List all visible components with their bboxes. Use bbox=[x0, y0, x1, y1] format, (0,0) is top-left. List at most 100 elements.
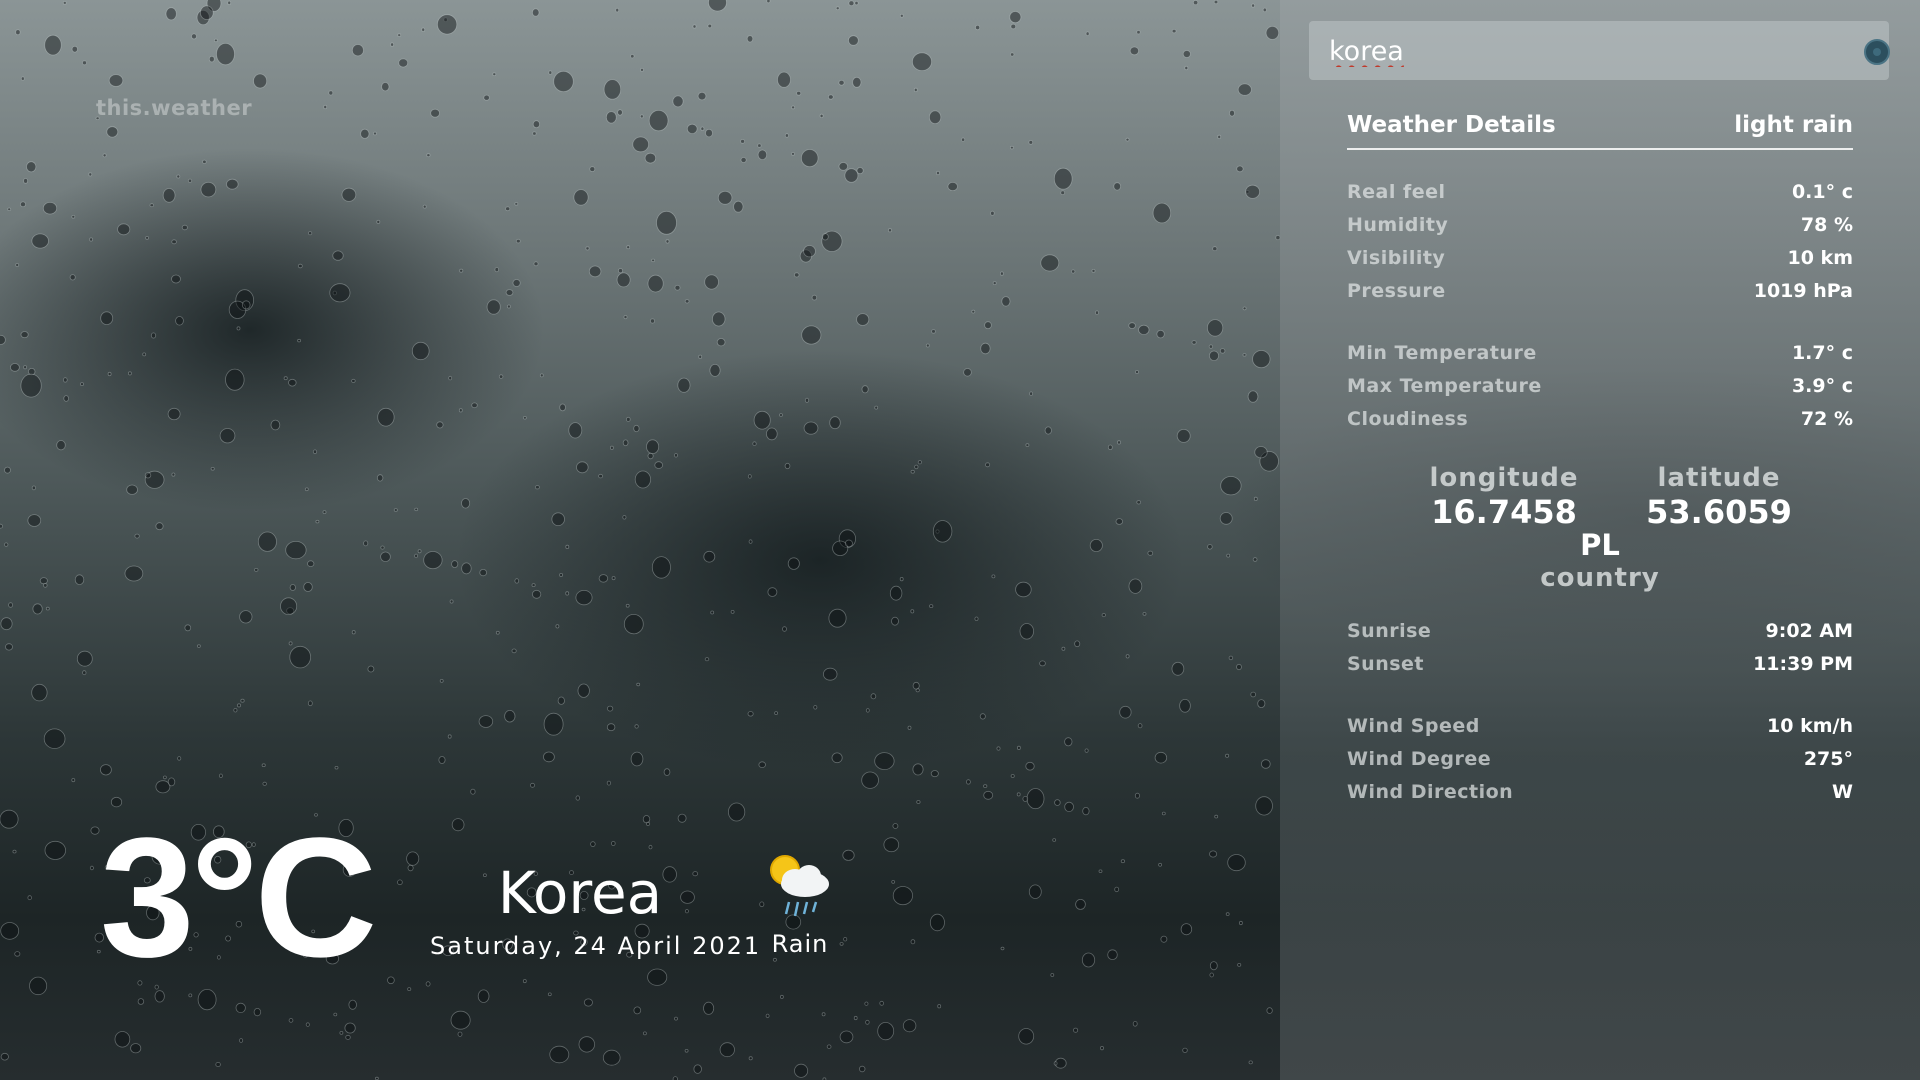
raindrop bbox=[692, 24, 697, 29]
raindrop bbox=[200, 5, 214, 20]
raindrop bbox=[1074, 640, 1081, 648]
raindrop bbox=[162, 775, 167, 780]
raindrop bbox=[328, 90, 334, 96]
raindrop bbox=[853, 1015, 858, 1021]
search-button[interactable] bbox=[1864, 39, 1890, 65]
raindrop bbox=[730, 610, 735, 614]
raindrop bbox=[693, 1064, 702, 1074]
raindrop bbox=[974, 616, 979, 621]
raindrop bbox=[288, 641, 293, 646]
raindrop bbox=[1136, 500, 1141, 505]
raindrop bbox=[899, 13, 904, 18]
detail-row-wind-speed: Wind Speed 10 km/h bbox=[1347, 710, 1853, 743]
raindrop bbox=[912, 763, 924, 776]
raindrop bbox=[397, 33, 402, 37]
raindrop bbox=[703, 1001, 715, 1015]
raindrop bbox=[573, 189, 589, 206]
raindrop bbox=[555, 624, 560, 629]
raindrop bbox=[963, 368, 972, 377]
raindrop bbox=[639, 114, 644, 119]
raindrop bbox=[333, 1012, 338, 1017]
raindrop bbox=[672, 95, 684, 108]
raindrop bbox=[1212, 246, 1218, 252]
detail-label: Real feel bbox=[1347, 181, 1446, 203]
raindrop bbox=[772, 957, 777, 962]
raindrop bbox=[1251, 3, 1255, 8]
raindrop bbox=[1025, 443, 1030, 447]
raindrop bbox=[634, 724, 639, 729]
raindrop bbox=[1082, 806, 1090, 816]
raindrop bbox=[0, 334, 6, 345]
raindrop bbox=[1028, 140, 1034, 145]
raindrop bbox=[44, 840, 67, 860]
raindrop bbox=[1117, 440, 1121, 445]
raindrop bbox=[134, 533, 140, 539]
raindrop bbox=[565, 544, 570, 550]
raindrop bbox=[514, 202, 519, 206]
detail-label: Max Temperature bbox=[1347, 375, 1542, 397]
raindrop bbox=[1115, 518, 1123, 525]
raindrop bbox=[69, 274, 76, 281]
raindrop bbox=[288, 1018, 294, 1023]
raindrop bbox=[636, 682, 641, 687]
raindrop bbox=[107, 371, 112, 377]
raindrop bbox=[984, 321, 992, 330]
raindrop bbox=[929, 913, 945, 932]
raindrop bbox=[1000, 271, 1004, 276]
raindrop bbox=[823, 667, 838, 681]
raindrop bbox=[373, 131, 377, 136]
raindrop bbox=[1242, 353, 1247, 357]
raindrop bbox=[216, 42, 235, 66]
raindrop bbox=[512, 279, 521, 287]
detail-label: Wind Degree bbox=[1347, 748, 1492, 770]
raindrop bbox=[218, 773, 223, 778]
raindrop bbox=[1129, 46, 1140, 56]
raindrop bbox=[565, 591, 570, 596]
raindrop bbox=[202, 159, 207, 164]
raindrop bbox=[1053, 167, 1073, 190]
raindrop bbox=[929, 604, 934, 608]
raindrop bbox=[4, 466, 11, 474]
raindrop bbox=[88, 172, 93, 177]
raindrop bbox=[307, 560, 315, 567]
raindrop bbox=[417, 549, 422, 554]
raindrop bbox=[531, 589, 542, 599]
raindrop bbox=[142, 352, 147, 357]
raindrop bbox=[312, 449, 318, 455]
raindrop bbox=[262, 781, 267, 786]
raindrop bbox=[709, 363, 721, 377]
detail-row-pressure: Pressure 1019 hPa bbox=[1347, 275, 1853, 308]
raindrop bbox=[677, 377, 691, 393]
raindrop bbox=[703, 550, 716, 563]
raindrop bbox=[535, 485, 540, 490]
raindrop bbox=[777, 71, 791, 88]
sun-cloud-rain-icon bbox=[770, 855, 829, 917]
raindrop bbox=[801, 325, 822, 345]
raindrop bbox=[348, 999, 357, 1010]
raindrop bbox=[167, 777, 176, 787]
raindrop bbox=[870, 693, 877, 700]
raindrop bbox=[100, 764, 112, 776]
raindrop bbox=[108, 74, 124, 87]
raindrop bbox=[782, 626, 787, 632]
raindrop bbox=[1071, 269, 1076, 274]
raindrop bbox=[747, 711, 754, 717]
raindrop bbox=[1247, 390, 1259, 403]
raindrop bbox=[971, 309, 976, 314]
details-group-sun: Sunrise 9:02 AM Sunset 11:39 PM bbox=[1347, 615, 1853, 681]
raindrop bbox=[1025, 761, 1035, 771]
detail-label: Sunrise bbox=[1347, 620, 1432, 642]
raindrop bbox=[684, 299, 690, 304]
search-input[interactable] bbox=[1329, 31, 1809, 71]
raindrop bbox=[861, 385, 869, 394]
raindrop bbox=[289, 645, 312, 669]
raindrop bbox=[575, 795, 580, 801]
raindrop bbox=[650, 318, 656, 324]
raindrop bbox=[588, 265, 602, 278]
raindrop bbox=[644, 152, 657, 164]
raindrop bbox=[1015, 581, 1032, 598]
raindrop bbox=[1171, 28, 1177, 34]
raindrop bbox=[26, 161, 37, 173]
raindrop bbox=[14, 951, 21, 957]
latitude: latitude 53.6059 bbox=[1629, 462, 1809, 530]
